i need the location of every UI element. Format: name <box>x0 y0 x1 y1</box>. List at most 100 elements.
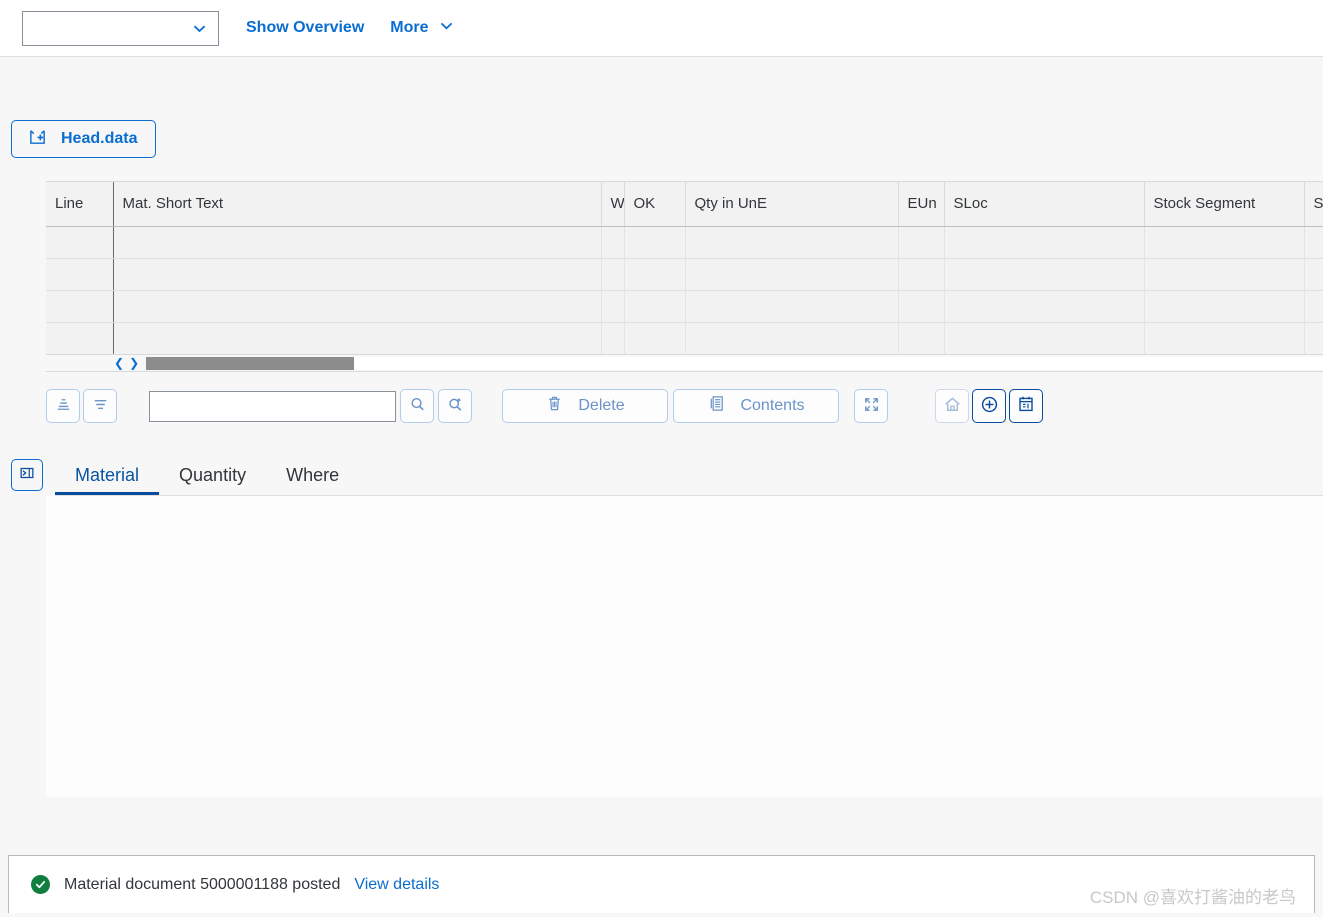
table-cell[interactable] <box>1304 258 1323 291</box>
table-cell[interactable] <box>46 290 114 323</box>
filter-button[interactable] <box>83 389 117 423</box>
chevron-down-icon <box>191 20 208 37</box>
plus-circle-icon <box>979 394 1000 419</box>
table-cell[interactable] <box>685 226 899 259</box>
table-row[interactable] <box>46 290 1323 323</box>
delete-label: Delete <box>578 397 625 414</box>
navigation-button-group <box>935 389 1043 423</box>
table-cell[interactable] <box>46 226 114 259</box>
table-row[interactable] <box>46 322 1323 354</box>
table-cell[interactable] <box>46 322 114 354</box>
scroll-arrows[interactable]: ❮ ❯ <box>114 357 139 369</box>
calendar-icon <box>1016 394 1036 418</box>
table-cell[interactable] <box>113 226 602 259</box>
head-data-label: Head.data <box>61 130 138 147</box>
column-header-stock-segment[interactable]: Stock Segment <box>1144 182 1305 227</box>
tab-where[interactable]: Where <box>266 465 359 495</box>
table-cell[interactable] <box>1144 322 1305 354</box>
home-button[interactable] <box>935 389 969 423</box>
column-header-s[interactable]: S <box>1304 182 1323 227</box>
table-cell[interactable] <box>624 258 686 291</box>
add-button[interactable] <box>972 389 1006 423</box>
scroll-thumb[interactable] <box>146 356 354 370</box>
tab-material[interactable]: Material <box>55 465 160 495</box>
column-header-qty-in-une[interactable]: Qty in UnE <box>685 182 899 227</box>
table-cell[interactable] <box>624 322 686 354</box>
filter-lines-icon <box>91 395 110 418</box>
table-cell[interactable] <box>1144 290 1305 323</box>
collapse-panel-icon <box>18 464 36 486</box>
table-cell[interactable] <box>898 290 945 323</box>
footer-bar: Material document 5000001188 posted View… <box>0 851 1323 917</box>
trash-icon <box>545 394 564 418</box>
table-cell[interactable] <box>685 290 899 323</box>
table-cell[interactable] <box>898 258 945 291</box>
sort-ascending-icon <box>54 395 73 418</box>
show-overview-button[interactable]: Show Overview <box>246 19 364 37</box>
page-body: Head.data Line Mat. Short Text W OK Qty in U… <box>0 57 1323 840</box>
column-header-sloc[interactable]: SLoc <box>944 182 1145 227</box>
column-header-w[interactable]: W <box>601 182 625 227</box>
table-cell[interactable] <box>46 258 114 291</box>
home-icon <box>943 395 962 418</box>
column-header-eun[interactable]: EUn <box>898 182 945 227</box>
calendar-button[interactable] <box>1009 389 1043 423</box>
table-header-row: Line Mat. Short Text W OK Qty in UnE EUn SLoc S… <box>46 182 1323 227</box>
table-cell[interactable] <box>685 322 899 354</box>
delete-button[interactable]: Delete <box>502 389 668 423</box>
more-label: More <box>390 19 429 36</box>
table-cell[interactable] <box>944 258 1145 291</box>
view-select[interactable] <box>22 10 219 46</box>
success-check-icon <box>31 875 50 894</box>
table-cell[interactable] <box>898 322 945 354</box>
table-cell[interactable] <box>113 322 602 354</box>
head-data-area: Head.data <box>0 57 1323 158</box>
sort-ascending-button[interactable] <box>46 389 80 423</box>
table-cell[interactable] <box>1144 258 1305 291</box>
table-cell[interactable] <box>601 322 625 354</box>
chevron-right-icon[interactable]: ❯ <box>129 357 139 369</box>
table-cell[interactable] <box>601 226 625 259</box>
view-details-link[interactable]: View details <box>354 876 439 894</box>
column-header-ok[interactable]: OK <box>624 182 686 227</box>
table-cell[interactable] <box>944 322 1145 354</box>
table-cell[interactable] <box>113 258 602 291</box>
table-cell[interactable] <box>898 226 945 259</box>
top-toolbar: Show Overview More <box>0 0 1323 57</box>
collapse-panel-button[interactable] <box>11 459 43 491</box>
search-button[interactable] <box>400 389 434 423</box>
search-input[interactable] <box>149 390 396 422</box>
watermark: CSDN @喜欢打酱油的老鸟 <box>1089 888 1296 907</box>
table-cell[interactable] <box>1304 322 1323 354</box>
table-cell[interactable] <box>944 290 1145 323</box>
contents-button[interactable]: Contents <box>673 389 839 423</box>
detail-tabs: Material Quantity Where <box>55 450 1323 496</box>
table-horizontal-scrollbar[interactable]: ❮ ❯ <box>46 354 1323 372</box>
table-cell[interactable] <box>685 258 899 291</box>
table-row[interactable] <box>46 226 1323 259</box>
head-data-button[interactable]: Head.data <box>11 120 157 158</box>
tab-content-panel <box>46 496 1323 797</box>
chevron-down-icon <box>438 17 455 39</box>
chevron-left-icon[interactable]: ❮ <box>114 357 124 369</box>
table-cell[interactable] <box>601 290 625 323</box>
table-cell[interactable] <box>1304 290 1323 323</box>
table-row[interactable] <box>46 258 1323 291</box>
table-cell[interactable] <box>624 290 686 323</box>
advanced-search-button[interactable] <box>438 389 472 423</box>
table-cell[interactable] <box>1144 226 1305 259</box>
fullscreen-button[interactable] <box>854 389 888 423</box>
search-group <box>149 389 472 423</box>
column-header-mat-short-text[interactable]: Mat. Short Text <box>113 182 602 227</box>
detail-tabs-row: Material Quantity Where <box>0 450 1323 496</box>
column-header-line[interactable]: Line <box>46 182 114 227</box>
table-cell[interactable] <box>624 226 686 259</box>
table-cell[interactable] <box>944 226 1145 259</box>
tab-quantity[interactable]: Quantity <box>159 465 266 495</box>
table-cell[interactable] <box>113 290 602 323</box>
table-action-toolbar: Delete Contents <box>46 389 1323 423</box>
more-button[interactable]: More <box>390 17 454 39</box>
fullscreen-icon <box>862 395 881 418</box>
table-cell[interactable] <box>1304 226 1323 259</box>
table-cell[interactable] <box>601 258 625 291</box>
